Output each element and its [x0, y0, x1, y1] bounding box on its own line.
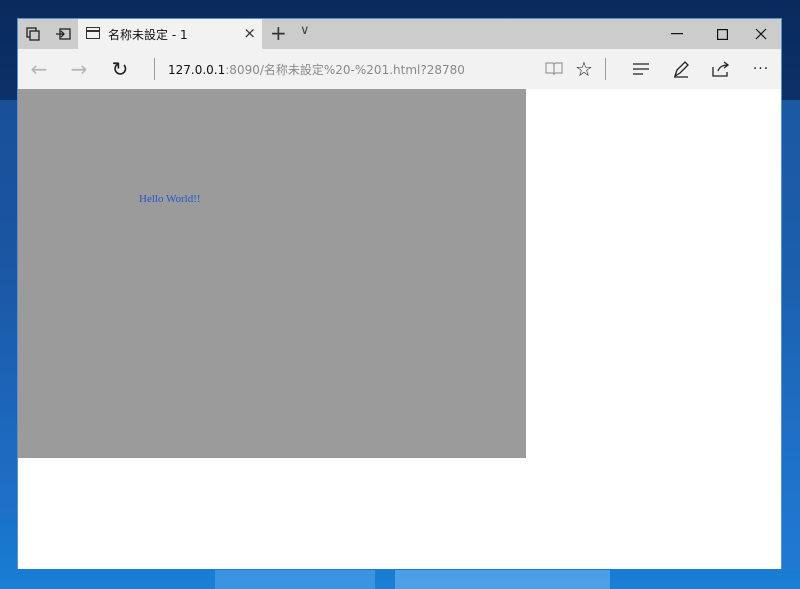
new-tab-icon[interactable]: +: [270, 21, 287, 45]
refresh-button[interactable]: ↻: [107, 57, 133, 81]
title-bar: 名称未設定 - 1 × + ∨: [18, 19, 781, 49]
back-arrow-icon: ←: [30, 57, 48, 81]
address-path: :8090/名称未設定%20-%201.html?28780: [225, 63, 465, 77]
tab-title: 名称未設定 - 1: [108, 28, 188, 42]
reading-view-icon[interactable]: [542, 57, 566, 81]
browser-window: 名称未設定 - 1 × + ∨ ← → ↻ 127.0.0.1:8090/名称未…: [17, 18, 782, 569]
hello-world-text: Hello World!!: [139, 193, 201, 205]
tab-active[interactable]: 名称未設定 - 1 ×: [78, 19, 262, 49]
page-icon: [86, 27, 100, 39]
page-content: Hello World!!: [18, 89, 781, 569]
toolbar-divider-2: [605, 58, 606, 80]
toolbar-divider: [154, 58, 155, 80]
gray-box: Hello World!!: [18, 89, 526, 458]
address-host: 127.0.0.1: [168, 63, 226, 77]
close-button[interactable]: [738, 19, 784, 49]
forward-button[interactable]: →: [66, 57, 92, 81]
set-tabs-aside-icon[interactable]: [48, 19, 78, 49]
navigation-toolbar: ← → ↻ 127.0.0.1:8090/名称未設定%20-%201.html?…: [18, 49, 781, 89]
more-icon[interactable]: ···: [749, 57, 773, 81]
hub-icon[interactable]: [629, 57, 653, 81]
back-button[interactable]: ←: [26, 57, 52, 81]
forward-arrow-icon: →: [70, 57, 88, 81]
share-icon[interactable]: [709, 57, 733, 81]
refresh-icon: ↻: [111, 57, 129, 81]
tab-close-icon[interactable]: ×: [243, 24, 256, 42]
favorite-star-icon[interactable]: ☆: [572, 57, 596, 81]
address-bar[interactable]: 127.0.0.1:8090/名称未設定%20-%201.html?28780: [168, 61, 465, 78]
minimize-button[interactable]: [654, 19, 700, 49]
tab-list-chevron-icon[interactable]: ∨: [300, 23, 310, 38]
web-note-icon[interactable]: [669, 57, 693, 81]
tab-preview-icon[interactable]: [18, 19, 48, 49]
